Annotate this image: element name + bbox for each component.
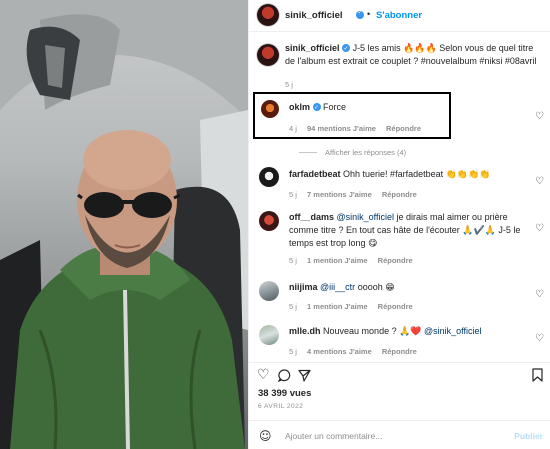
caption-avatar[interactable] <box>257 44 279 66</box>
emoji-picker-icon[interactable]: ☺ <box>259 429 272 443</box>
comment-likes[interactable]: 1 mention J'aime <box>307 302 368 311</box>
comment-username[interactable]: farfadetbeat <box>289 169 341 179</box>
verified-badge-icon <box>342 42 351 55</box>
like-comment-heart-icon[interactable]: ♡ <box>535 112 544 122</box>
speech-bubble-icon[interactable] <box>278 369 291 382</box>
reply-button[interactable]: Répondre <box>382 190 417 199</box>
separator-dot: • <box>367 9 371 19</box>
like-comment-heart-icon[interactable]: ♡ <box>535 224 544 234</box>
comment-avatar[interactable] <box>259 211 279 231</box>
reply-button[interactable]: Répondre <box>378 302 413 311</box>
like-comment-heart-icon[interactable]: ♡ <box>535 177 544 187</box>
comment-input[interactable] <box>285 430 495 442</box>
comment-age: 5 j <box>289 256 297 265</box>
comment-composer: ☺ Publier <box>249 420 550 449</box>
post-panel: sinik_officiel • S'abonner sinik_officie… <box>248 0 550 449</box>
comment-username[interactable]: niijima <box>289 282 318 292</box>
comment-age: 5 j <box>289 302 297 311</box>
comment-age: 5 j <box>289 190 297 199</box>
view-replies-button[interactable]: Afficher les réponses (4) <box>299 148 406 157</box>
reply-button[interactable]: Répondre <box>378 256 413 265</box>
comment-username[interactable]: mlle.dh <box>289 326 321 336</box>
bookmark-icon[interactable] <box>532 368 543 382</box>
author-username[interactable]: sinik_officiel <box>285 10 343 21</box>
comment-likes[interactable]: 7 mentions J'aime <box>307 190 372 199</box>
action-bar: ♡ <box>249 362 550 386</box>
post-date: 6 AVRIL 2022 <box>258 403 304 410</box>
highlight-box <box>253 92 451 139</box>
replies-line <box>299 152 317 153</box>
verified-badge-icon <box>356 9 364 19</box>
comment-avatar[interactable] <box>259 281 279 301</box>
view-replies-label[interactable]: Afficher les réponses (4) <box>325 148 406 157</box>
post-photo <box>0 0 248 449</box>
comment-mention[interactable]: @sinik_officiel <box>424 326 482 336</box>
caption-age: 5 j <box>285 80 293 89</box>
comment-mention[interactable]: @iii__ctr <box>320 282 355 292</box>
paper-plane-icon[interactable] <box>298 369 311 382</box>
view-count[interactable]: 38 399 vues <box>258 388 311 399</box>
caption-username[interactable]: sinik_officiel <box>285 43 340 53</box>
comment-mention[interactable]: @sinik_officiel <box>337 212 395 222</box>
comment-avatar[interactable] <box>259 325 279 345</box>
comment-likes[interactable]: 4 mentions J'aime <box>307 347 372 356</box>
comment-text: ooooh 😁 <box>355 282 395 292</box>
like-comment-heart-icon[interactable]: ♡ <box>535 290 544 300</box>
comment-text: Ohh tuerie! #farfadetbeat 👏👏👏👏 <box>343 169 491 179</box>
follow-button[interactable]: S'abonner <box>376 10 422 21</box>
comment-text: Nouveau monde ? 🙏❤️ <box>323 326 424 336</box>
reply-button[interactable]: Répondre <box>382 347 417 356</box>
heart-outline-icon[interactable]: ♡ <box>257 367 270 383</box>
photo-illustration <box>0 0 248 449</box>
post-header: sinik_officiel • S'abonner <box>249 0 550 32</box>
comment-likes[interactable]: 1 mention J'aime <box>307 256 368 265</box>
like-comment-heart-icon[interactable]: ♡ <box>535 334 544 344</box>
comment-age: 5 j <box>289 347 297 356</box>
comment-avatar[interactable] <box>259 167 279 187</box>
publish-button[interactable]: Publier <box>514 431 543 441</box>
comment-username[interactable]: off__dams <box>289 212 334 222</box>
author-avatar[interactable] <box>257 4 279 26</box>
